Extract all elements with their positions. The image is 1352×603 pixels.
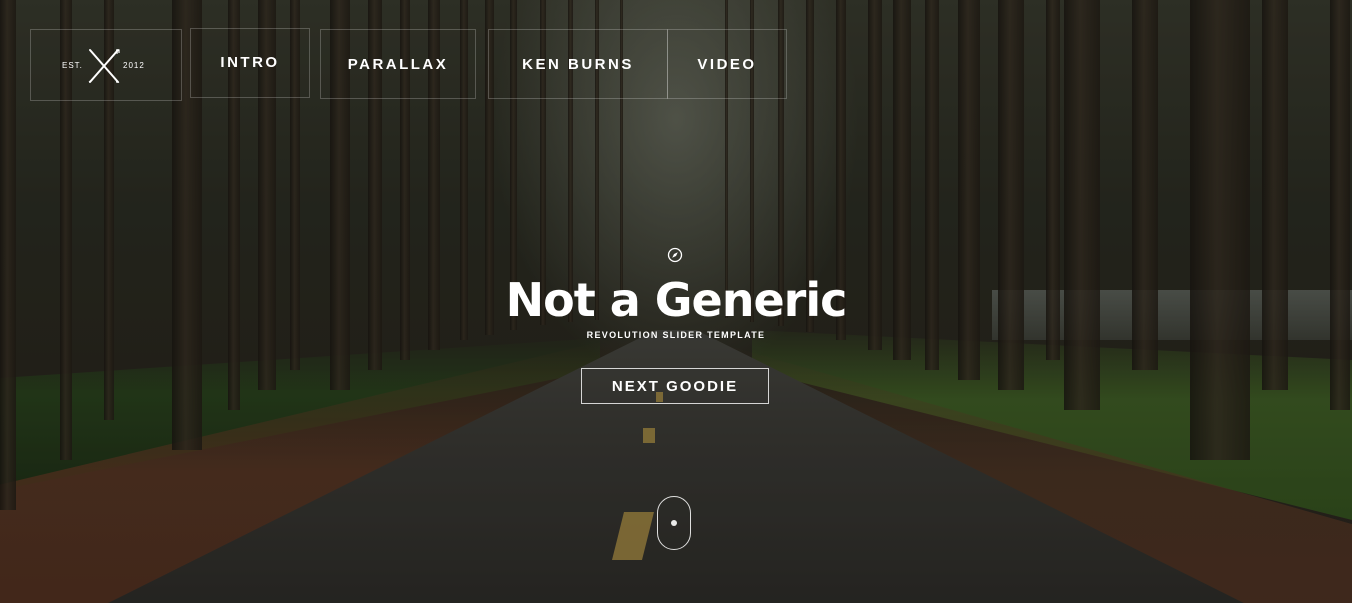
- mouse-scroll-icon[interactable]: [657, 496, 691, 550]
- hero-slide: EST. 2012 INTRO PARALLAX KEN BURNS VIDEO…: [0, 0, 1352, 603]
- crossed-arrows-icon: [86, 47, 122, 90]
- nav-item-intro[interactable]: INTRO: [190, 28, 310, 98]
- next-goodie-button[interactable]: NEXT GOODIE: [581, 368, 769, 404]
- nav-item-label: VIDEO: [697, 55, 757, 73]
- hero-title: Not a Generic: [505, 273, 848, 327]
- compass-icon: [667, 247, 683, 268]
- nav-item-video[interactable]: VIDEO: [667, 29, 787, 99]
- scroll-dot: [671, 520, 677, 526]
- nav-item-label: KEN BURNS: [522, 55, 634, 73]
- nav-item-ken-burns[interactable]: KEN BURNS: [488, 29, 668, 99]
- nav-item-label: PARALLAX: [347, 55, 449, 73]
- nav-item-label: INTRO: [220, 53, 280, 71]
- hero-subtitle: REVOLUTION SLIDER TEMPLATE: [586, 330, 766, 340]
- site-logo[interactable]: EST. 2012: [30, 29, 182, 101]
- logo-est-label: EST.: [62, 61, 83, 70]
- nav-item-parallax[interactable]: PARALLAX: [320, 29, 476, 99]
- logo-year-label: 2012: [123, 61, 145, 70]
